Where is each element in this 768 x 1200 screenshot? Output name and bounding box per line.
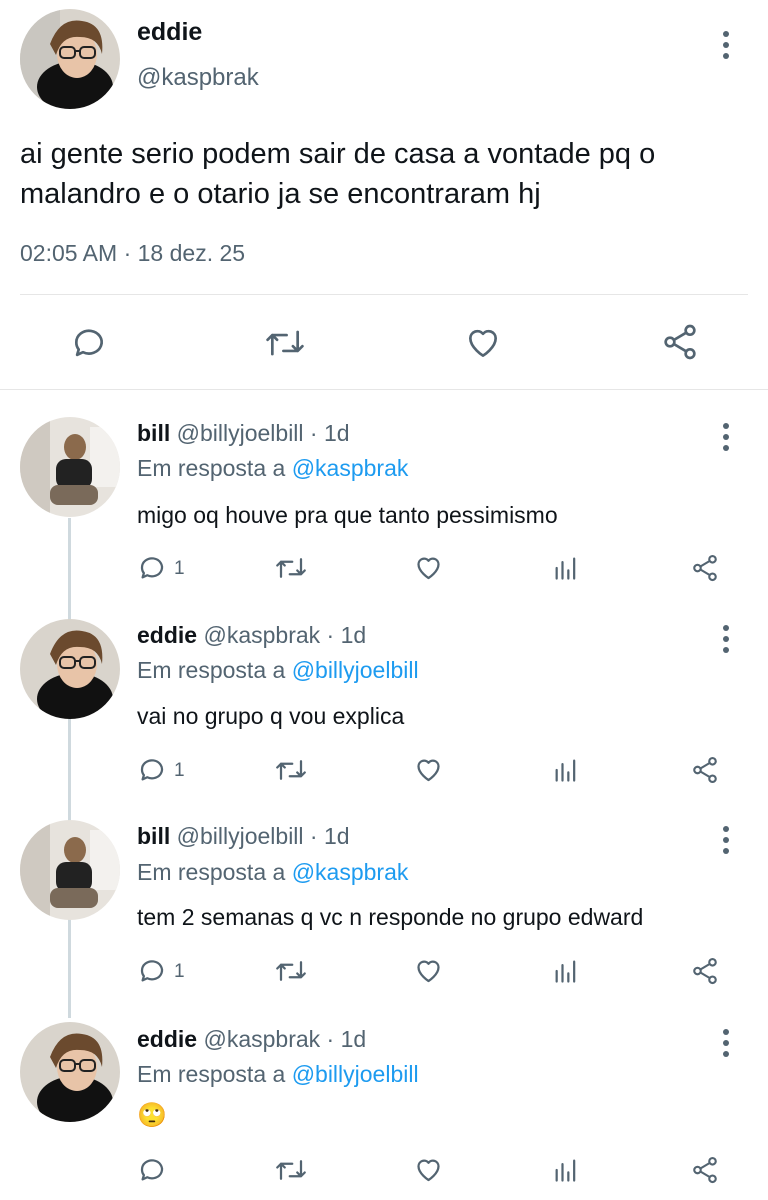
- author-name[interactable]: eddie: [137, 18, 202, 47]
- reply-avatar[interactable]: [20, 619, 120, 719]
- reply-author-name[interactable]: bill: [137, 823, 170, 849]
- author-avatar[interactable]: [20, 9, 120, 109]
- reply-age: 1d: [340, 622, 367, 648]
- reply-to-link[interactable]: @billyjoelbill: [292, 657, 419, 683]
- reply-to-link[interactable]: @kaspbrak: [292, 455, 409, 481]
- reply-header: eddie @kaspbrak · 1d: [137, 1026, 366, 1053]
- reply-author-name[interactable]: eddie: [137, 1026, 197, 1052]
- heart-icon[interactable]: [413, 755, 444, 785]
- retweet-icon[interactable]: [264, 324, 306, 362]
- tweet-timestamp: 02:05 AM · 18 dez. 25: [20, 240, 245, 267]
- reply-author-name[interactable]: bill: [137, 420, 170, 446]
- reply-author-name[interactable]: eddie: [137, 622, 197, 648]
- share-icon[interactable]: [690, 956, 720, 986]
- reply-count: 1: [174, 760, 185, 781]
- views-icon[interactable]: [552, 1155, 580, 1185]
- reply-icon[interactable]: [137, 553, 167, 583]
- divider: [20, 294, 748, 295]
- views-icon[interactable]: [552, 755, 580, 785]
- more-icon[interactable]: [721, 1029, 731, 1062]
- retweet-icon[interactable]: [274, 1155, 308, 1185]
- reply-to-link[interactable]: @kaspbrak: [292, 859, 409, 885]
- reply-to-link[interactable]: @billyjoelbill: [292, 1061, 419, 1087]
- share-icon[interactable]: [660, 322, 700, 362]
- more-icon[interactable]: [721, 826, 731, 859]
- reply-context: Em resposta a @kaspbrak: [137, 859, 408, 886]
- reply-age: 1d: [323, 823, 350, 849]
- reply-header: eddie @kaspbrak · 1d: [137, 622, 366, 649]
- share-icon[interactable]: [690, 1155, 720, 1185]
- tweet-time: 02:05 AM: [20, 240, 118, 266]
- heart-icon[interactable]: [413, 1155, 444, 1185]
- reply-header: bill @billyjoelbill · 1d: [137, 823, 350, 850]
- share-icon[interactable]: [690, 755, 720, 785]
- reply-count: 1: [174, 961, 185, 982]
- reply-header: bill @billyjoelbill · 1d: [137, 420, 350, 447]
- reply-prefix: Em resposta a: [137, 657, 286, 683]
- tweet-date: 18 dez. 25: [137, 240, 246, 266]
- reply-avatar[interactable]: [20, 1022, 120, 1122]
- separator: ·: [123, 240, 132, 266]
- reply-context: Em resposta a @billyjoelbill: [137, 1061, 419, 1088]
- separator: ·: [326, 1026, 335, 1052]
- reply-age: 1d: [340, 1026, 367, 1052]
- reply-author-handle[interactable]: @billyjoelbill: [177, 420, 304, 446]
- reply-author-handle[interactable]: @kaspbrak: [203, 1026, 320, 1052]
- reply-text: vai no grupo q vou explica: [137, 703, 405, 729]
- retweet-icon[interactable]: [274, 755, 308, 785]
- views-icon[interactable]: [552, 553, 580, 583]
- reply-age: 1d: [323, 420, 350, 446]
- reply-text: migo oq houve pra que tanto pessimismo: [137, 502, 558, 528]
- retweet-icon[interactable]: [274, 553, 308, 583]
- more-icon[interactable]: [721, 31, 731, 64]
- reply-count: 1: [174, 558, 185, 579]
- views-icon[interactable]: [552, 956, 580, 986]
- reply-icon[interactable]: [70, 324, 108, 362]
- thread-line: [68, 518, 71, 1018]
- reply-context: Em resposta a @billyjoelbill: [137, 657, 419, 684]
- divider: [0, 389, 768, 390]
- retweet-icon[interactable]: [274, 956, 308, 986]
- reply-avatar[interactable]: [20, 417, 120, 517]
- heart-icon[interactable]: [413, 553, 444, 583]
- separator: ·: [326, 622, 335, 648]
- more-icon[interactable]: [721, 423, 731, 456]
- reply-context: Em resposta a @kaspbrak: [137, 455, 408, 482]
- reply-text: tem 2 semanas q vc n responde no grupo e…: [137, 904, 644, 930]
- tweet-text: ai gente serio podem sair de casa a vont…: [20, 138, 656, 210]
- reply-prefix: Em resposta a: [137, 1061, 286, 1087]
- reply-author-handle[interactable]: @kaspbrak: [203, 622, 320, 648]
- heart-icon[interactable]: [413, 956, 444, 986]
- reply-icon[interactable]: [137, 755, 167, 785]
- heart-icon[interactable]: [463, 324, 503, 362]
- reply-text: 🙄: [137, 1102, 167, 1129]
- reply-author-handle[interactable]: @billyjoelbill: [177, 823, 304, 849]
- reply-prefix: Em resposta a: [137, 859, 286, 885]
- reply-icon[interactable]: [137, 956, 167, 986]
- reply-avatar[interactable]: [20, 820, 120, 920]
- separator: ·: [309, 420, 318, 446]
- share-icon[interactable]: [690, 553, 720, 583]
- more-icon[interactable]: [721, 625, 731, 658]
- author-handle[interactable]: @kaspbrak: [137, 64, 259, 92]
- reply-icon[interactable]: [137, 1155, 167, 1185]
- reply-prefix: Em resposta a: [137, 455, 286, 481]
- separator: ·: [309, 823, 318, 849]
